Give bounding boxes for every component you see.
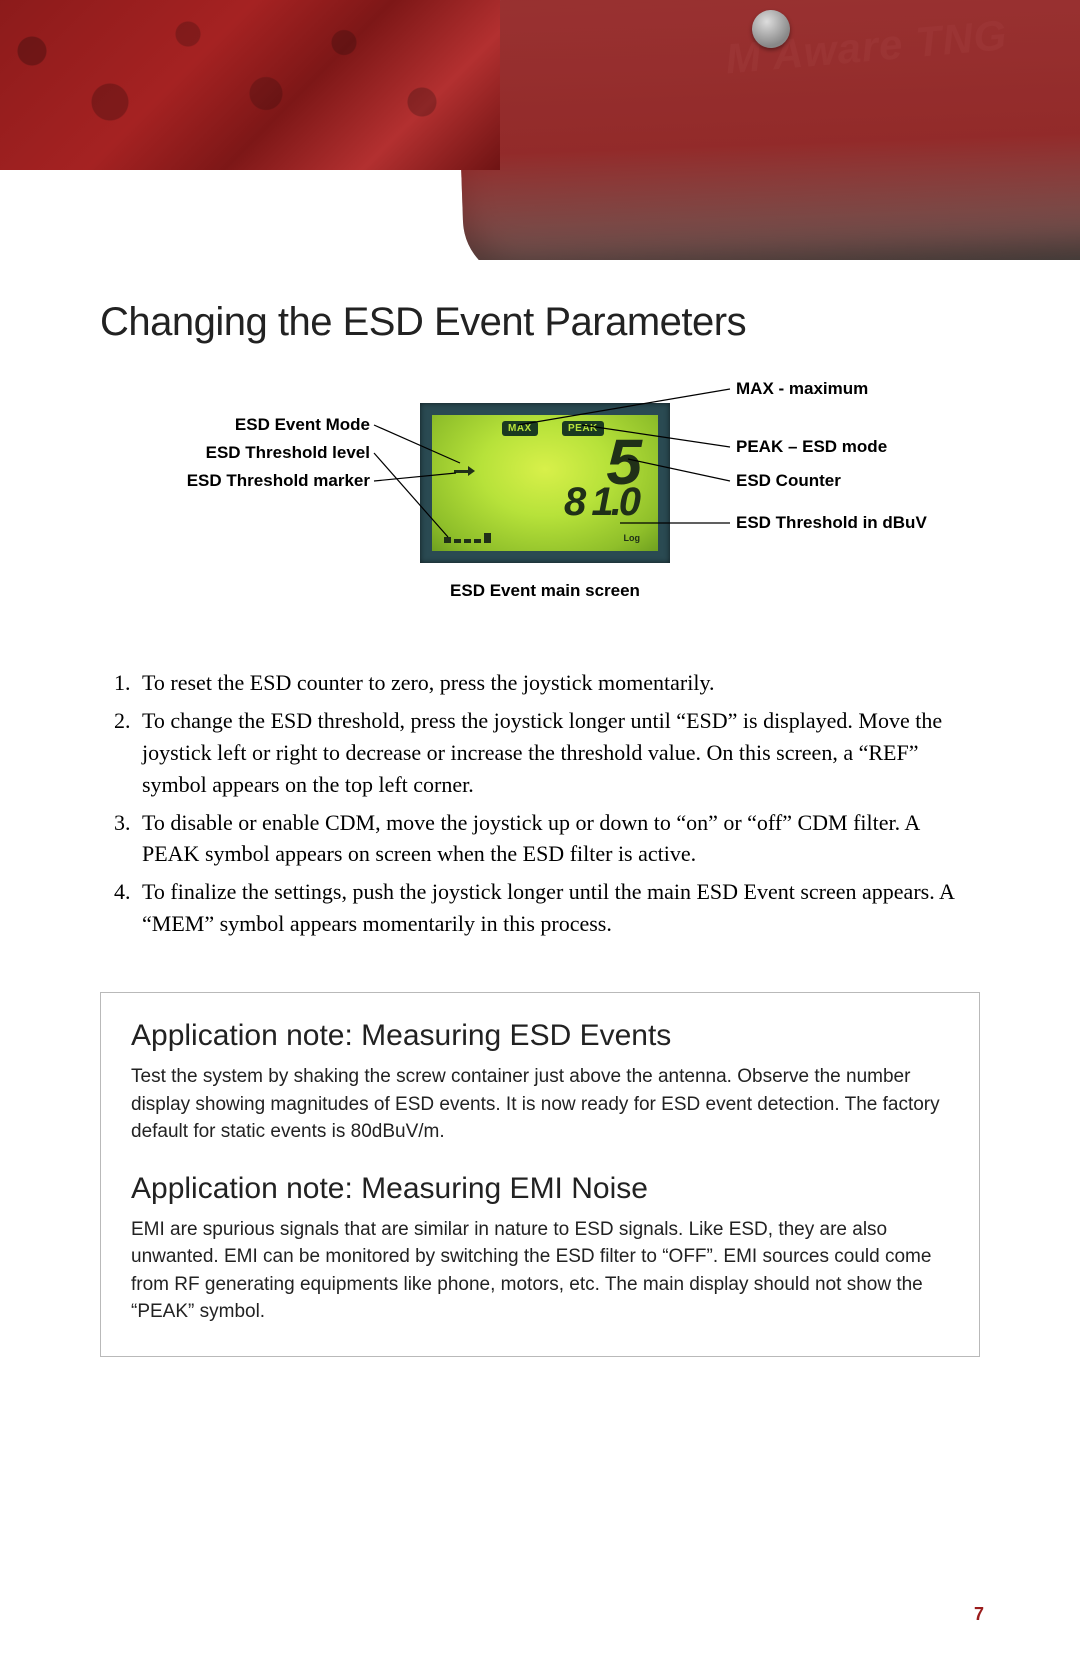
callout-esd-counter: ESD Counter [736,471,841,491]
lcd-threshold-marker-icon [454,470,468,473]
callout-peak: PEAK – ESD mode [736,437,887,457]
lcd-threshold-value: 8 1.0 [564,480,638,525]
lcd-badge-max: MAX [502,421,538,436]
lcd-badge-peak: PEAK [562,421,604,436]
lcd-bar-icon [444,533,491,543]
callout-esd-threshold-level: ESD Threshold level [138,443,370,463]
page-content: Changing the ESD Event Parameters ESD Ev… [100,300,980,1357]
instruction-step: To change the ESD threshold, press the j… [136,705,980,801]
callout-esd-threshold-marker: ESD Threshold marker [120,471,370,491]
instruction-step: To reset the ESD counter to zero, press … [136,667,980,699]
note-heading-emi: Application note: Measuring EMI Noise [131,1172,949,1206]
page-number: 7 [974,1604,984,1625]
instruction-step: To disable or enable CDM, move the joyst… [136,807,980,871]
lcd-frame: MAX PEAK 5 8 1.0 Log [420,403,670,563]
red-texture-band [0,0,500,170]
callout-esd-event-mode: ESD Event Mode [160,415,370,435]
callout-esd-threshold-dbuv: ESD Threshold in dBuV [736,513,927,533]
instruction-step: To finalize the settings, push the joyst… [136,876,980,940]
lcd-log-label: Log [624,533,641,543]
application-notes-box: Application note: Measuring ESD Events T… [100,992,980,1357]
callout-max: MAX - maximum [736,379,868,399]
note-heading-esd: Application note: Measuring ESD Events [131,1019,949,1053]
instruction-list: To reset the ESD counter to zero, press … [100,667,980,940]
note-body-esd: Test the system by shaking the screw con… [131,1063,949,1146]
lcd-screen: MAX PEAK 5 8 1.0 Log [432,415,658,551]
header-decoration: M Aware TNG [0,0,1080,260]
section-title: Changing the ESD Event Parameters [100,300,980,345]
lcd-diagram: ESD Event Mode ESD Threshold level ESD T… [100,363,980,643]
note-body-emi: EMI are spurious signals that are simila… [131,1216,949,1326]
diagram-caption: ESD Event main screen [420,581,670,601]
